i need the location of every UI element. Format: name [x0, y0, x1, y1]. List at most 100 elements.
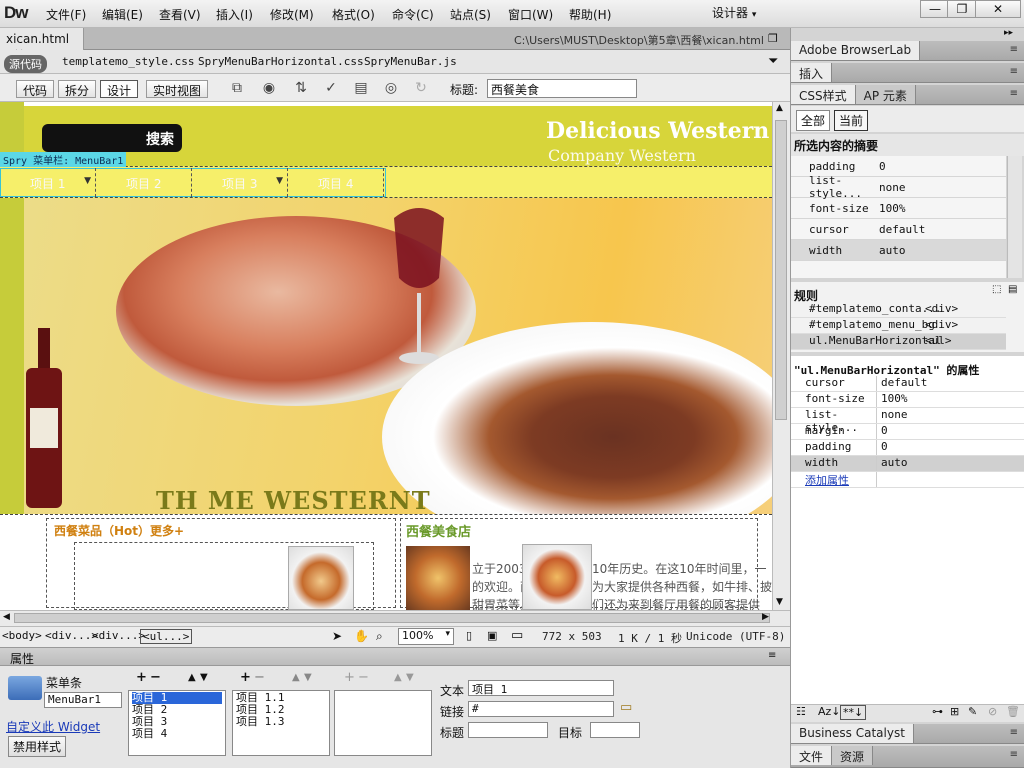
- show-cascade-icon[interactable]: ⬚: [992, 284, 1001, 295]
- move-up-icon[interactable]: ▲: [394, 672, 402, 683]
- w3c-validation-icon[interactable]: ✓: [320, 80, 342, 98]
- hand-tool-icon[interactable]: ✋: [354, 629, 369, 643]
- remove-subitem-icon[interactable]: −: [254, 670, 265, 685]
- menu-format[interactable]: 格式(O): [332, 6, 375, 23]
- maximize-button[interactable]: ❐: [947, 0, 977, 18]
- tab-ap-elements[interactable]: AP 元素: [855, 85, 916, 104]
- panel-options-icon[interactable]: ≡: [768, 650, 776, 661]
- menu-commands[interactable]: 命令(C): [392, 6, 434, 23]
- restaurant-thumbnail[interactable]: [406, 546, 470, 610]
- show-info-icon[interactable]: ▤: [1008, 284, 1017, 295]
- document-tab[interactable]: xican.html ×: [0, 28, 84, 60]
- panel-options-icon[interactable]: ≡: [1010, 749, 1018, 760]
- tag-selector-body[interactable]: <body>: [2, 629, 42, 642]
- split-view-button[interactable]: 拆分: [58, 80, 97, 98]
- hot-dishes-title[interactable]: 西餐菜品（Hot）更多+: [54, 522, 184, 539]
- disable-property-icon[interactable]: ⊘: [988, 705, 997, 718]
- delete-icon[interactable]: 🗑: [1006, 705, 1020, 718]
- nav-item-3[interactable]: 项目 3 ▼: [192, 168, 288, 197]
- file-management-icon[interactable]: ⇅: [290, 80, 312, 98]
- prop-row[interactable]: cursor default: [791, 376, 1024, 392]
- current-mode-button[interactable]: 当前: [834, 110, 869, 131]
- summary-row[interactable]: font-size 100%: [791, 198, 1006, 219]
- title-input[interactable]: [468, 722, 548, 738]
- target-input[interactable]: [590, 722, 640, 738]
- move-down-icon[interactable]: ▼: [406, 672, 414, 683]
- list-item[interactable]: 项目 1.3: [236, 716, 326, 728]
- spry-widget-tag[interactable]: Spry 菜单栏: MenuBar1: [0, 152, 127, 167]
- vertical-scroll-thumb[interactable]: [775, 120, 787, 420]
- horizontal-scroll-thumb[interactable]: [14, 613, 770, 623]
- desktop-size-icon[interactable]: ▭: [511, 628, 523, 643]
- zoom-tool-icon[interactable]: ⌕: [376, 629, 383, 644]
- dish-thumbnail[interactable]: [288, 546, 354, 610]
- add-subitem-icon[interactable]: +: [240, 670, 251, 685]
- edit-style-icon[interactable]: ✎: [968, 705, 977, 718]
- add-property-row[interactable]: 添加属性: [791, 472, 1024, 488]
- insert-panel-tab[interactable]: 插入 ≡: [791, 63, 1024, 83]
- rule-row-selected[interactable]: ul.MenuBarHorizontal <ul>: [791, 334, 1006, 350]
- nav-item-1[interactable]: 项目 1 ▼: [0, 168, 96, 197]
- tag-selector-ul[interactable]: <ul...>: [140, 629, 193, 644]
- page-title-input[interactable]: 西餐美食: [487, 79, 637, 98]
- add-item-icon[interactable]: +: [136, 670, 147, 685]
- scroll-right-icon[interactable]: ▶: [762, 612, 769, 622]
- tab-css-styles[interactable]: CSS样式: [791, 85, 856, 104]
- visual-aids-icon[interactable]: ◎: [380, 80, 402, 98]
- rule-row[interactable]: #templatemo_conta... <div>: [791, 302, 1006, 318]
- prop-row[interactable]: font-size 100%: [791, 392, 1024, 408]
- category-view-icon[interactable]: ☷: [796, 705, 806, 718]
- live-view-button[interactable]: 实时视图: [146, 80, 209, 98]
- move-up-icon[interactable]: ▲: [292, 672, 300, 683]
- new-css-rule-icon[interactable]: ⊞: [950, 705, 959, 718]
- prop-row[interactable]: margin 0: [791, 424, 1024, 440]
- source-code-button[interactable]: 源代码: [4, 55, 47, 73]
- panel-options-icon[interactable]: ≡: [1010, 88, 1018, 99]
- scroll-up-icon[interactable]: ▲: [776, 103, 783, 113]
- collapse-panels-icon[interactable]: ▸▸: [1004, 28, 1013, 38]
- attach-stylesheet-icon[interactable]: ⊶: [932, 705, 943, 718]
- list-item[interactable]: 项目 4: [132, 728, 222, 740]
- folder-icon[interactable]: ▭: [620, 700, 632, 715]
- search-button[interactable]: 搜索: [42, 124, 182, 152]
- filter-icon[interactable]: ⏷: [768, 54, 778, 69]
- summary-scrollbar[interactable]: [1007, 156, 1022, 278]
- panel-options-icon[interactable]: ≡: [1010, 727, 1018, 738]
- restore-doc-icon[interactable]: ❐: [768, 32, 778, 45]
- all-mode-button[interactable]: 全部: [796, 110, 831, 131]
- dish-thumbnail-2[interactable]: [522, 544, 592, 610]
- related-file-menubar-css[interactable]: SpryMenuBarHorizontal.css: [198, 55, 364, 68]
- add-subsubitem-icon[interactable]: +: [344, 670, 355, 685]
- prop-row[interactable]: padding 0: [791, 440, 1024, 456]
- panel-options-icon[interactable]: ≡: [1010, 44, 1018, 55]
- window-size[interactable]: 772 x 503: [542, 630, 602, 643]
- menu-insert[interactable]: 插入(I): [216, 6, 253, 23]
- minimize-button[interactable]: —: [920, 0, 950, 18]
- menu-window[interactable]: 窗口(W): [508, 6, 553, 23]
- check-browser-icon[interactable]: ▤: [350, 80, 372, 98]
- menu-edit[interactable]: 编辑(E): [102, 6, 143, 23]
- tag-selector-div1[interactable]: <div...>: [45, 629, 98, 642]
- related-file-menubar-js[interactable]: SpryMenuBar.js: [364, 55, 457, 68]
- widget-name-input[interactable]: MenuBar1: [44, 692, 122, 708]
- move-down-icon[interactable]: ▼: [304, 672, 312, 683]
- zoom-select[interactable]: 100% ▾: [398, 628, 454, 645]
- text-input[interactable]: 项目 1: [468, 680, 614, 696]
- panel-options-icon[interactable]: ≡: [1010, 66, 1018, 77]
- related-file-style[interactable]: templatemo_style.css: [62, 55, 194, 68]
- rule-row[interactable]: #templatemo_menu_bg <div>: [791, 318, 1006, 334]
- prop-row[interactable]: list-style... none: [791, 408, 1024, 434]
- design-view-button[interactable]: 设计: [100, 80, 139, 98]
- tab-assets[interactable]: 资源: [832, 746, 874, 765]
- multiscreen-icon[interactable]: ⧉: [226, 80, 248, 98]
- menu-modify[interactable]: 修改(M): [270, 6, 314, 23]
- summary-row-selected[interactable]: width auto: [791, 240, 1006, 261]
- business-catalyst-tab[interactable]: Business Catalyst ≡: [791, 724, 1024, 744]
- menu-file[interactable]: 文件(F): [46, 6, 86, 23]
- summary-row[interactable]: cursor default: [791, 219, 1006, 240]
- move-down-icon[interactable]: ▼: [200, 672, 208, 683]
- add-property-link[interactable]: 添加属性: [791, 472, 877, 487]
- remove-item-icon[interactable]: −: [150, 670, 161, 685]
- menu-view[interactable]: 查看(V): [159, 6, 201, 23]
- scroll-left-icon[interactable]: ◀: [3, 612, 10, 622]
